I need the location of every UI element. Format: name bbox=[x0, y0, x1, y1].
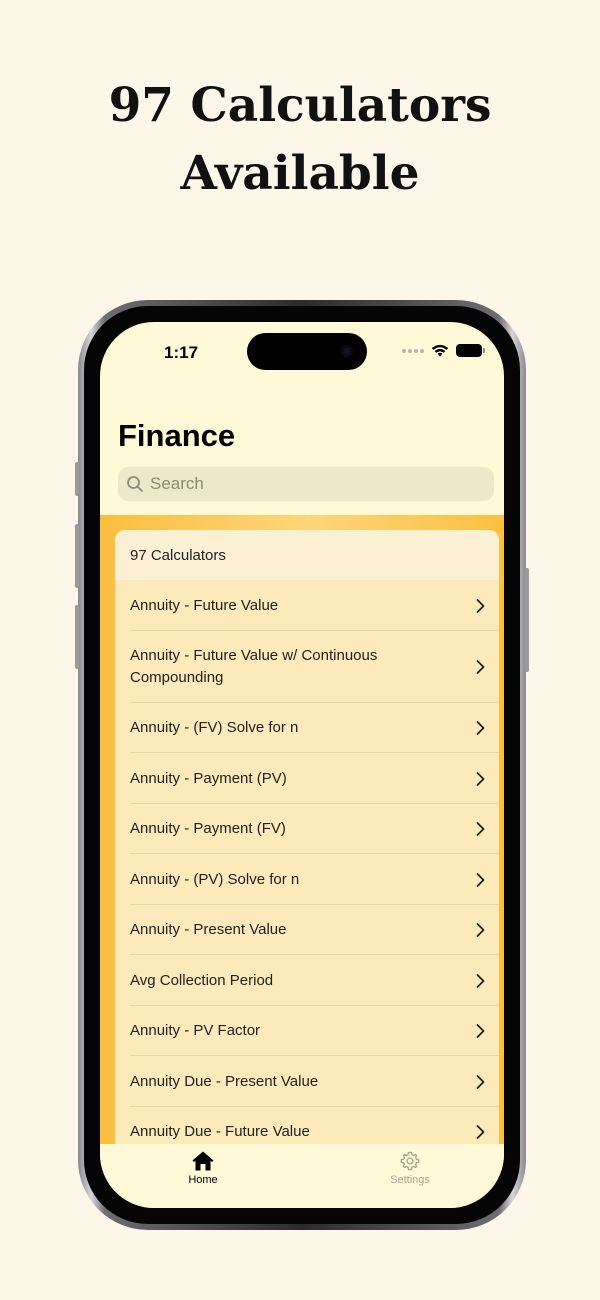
volume-up-button bbox=[75, 524, 79, 588]
action-button bbox=[75, 462, 79, 496]
list-header: 97 Calculators bbox=[115, 530, 499, 580]
list-item[interactable]: Annuity - Future Value w/ Continuous Com… bbox=[115, 631, 499, 703]
list-item[interactable]: Annuity Due - Future Value bbox=[115, 1107, 499, 1145]
list-item-label: Annuity - (FV) Solve for n bbox=[130, 719, 299, 736]
chevron-right-icon bbox=[476, 822, 485, 836]
tab-home-label: Home bbox=[188, 1174, 218, 1186]
chevron-right-icon bbox=[476, 721, 485, 735]
promo-headline: 97 Calculators Available bbox=[0, 72, 600, 208]
chevron-right-icon bbox=[476, 872, 485, 887]
calculator-list-area[interactable]: 97 Calculators Annuity - Future Value An… bbox=[100, 515, 504, 1145]
camera-icon bbox=[341, 345, 353, 357]
list-item[interactable]: Avg Collection Period bbox=[115, 955, 499, 1006]
list-item-label: Avg Collection Period bbox=[130, 971, 274, 989]
promo-headline-line2: Available bbox=[180, 146, 420, 201]
promo-headline-line1: 97 Calculators bbox=[108, 78, 492, 133]
chevron-right-icon bbox=[476, 598, 485, 613]
list-item-label: Annuity - Payment (FV) bbox=[130, 820, 286, 837]
gear-icon bbox=[400, 1151, 420, 1171]
list-item[interactable]: Annuity - (FV) Solve for n bbox=[115, 703, 499, 753]
calculator-list: 97 Calculators Annuity - Future Value An… bbox=[115, 530, 499, 1145]
list-item[interactable]: Annuity - Present Value bbox=[115, 905, 499, 955]
list-item[interactable]: Annuity - Future Value bbox=[115, 580, 499, 631]
house-icon bbox=[192, 1151, 214, 1171]
status-indicators bbox=[402, 344, 485, 357]
chevron-right-icon bbox=[476, 923, 485, 937]
chevron-right-icon bbox=[476, 1125, 485, 1139]
list-item[interactable]: Annuity - Payment (PV) bbox=[115, 753, 499, 804]
list-item-label: Annuity - Future Value bbox=[130, 596, 279, 614]
tab-home[interactable]: Home bbox=[163, 1150, 243, 1186]
page-title: Finance bbox=[118, 418, 236, 453]
phone-screen: 1:17 Finance Search 97 Calculators Annui… bbox=[100, 322, 504, 1208]
list-item[interactable]: Annuity - PV Factor bbox=[115, 1006, 499, 1056]
search-input[interactable]: Search bbox=[118, 467, 494, 501]
list-item-label: Annuity - Future Value w/ Continuous Com… bbox=[130, 647, 378, 686]
chevron-right-icon bbox=[476, 973, 485, 988]
tab-bar: Home Settings bbox=[100, 1144, 504, 1208]
cellular-signal-icon bbox=[402, 348, 424, 353]
chevron-right-icon bbox=[476, 771, 485, 786]
list-item-label: Annuity - Present Value bbox=[130, 921, 287, 938]
list-item-label: Annuity - PV Factor bbox=[130, 1022, 261, 1039]
wifi-icon bbox=[431, 344, 449, 357]
phone-frame: 1:17 Finance Search 97 Calculators Annui… bbox=[75, 300, 529, 1230]
chevron-right-icon bbox=[476, 660, 485, 674]
list-item-label: Annuity Due - Present Value bbox=[130, 1072, 319, 1090]
search-placeholder: Search bbox=[150, 474, 204, 493]
list-item-label: Annuity - Payment (PV) bbox=[130, 769, 287, 787]
list-item-label: Annuity - (PV) Solve for n bbox=[130, 870, 300, 888]
list-item[interactable]: Annuity - Payment (FV) bbox=[115, 804, 499, 854]
power-button bbox=[525, 568, 529, 672]
chevron-right-icon bbox=[476, 1074, 485, 1089]
tab-settings[interactable]: Settings bbox=[370, 1150, 450, 1186]
list-item[interactable]: Annuity - (PV) Solve for n bbox=[115, 854, 499, 905]
chevron-right-icon bbox=[476, 1024, 485, 1038]
phone-bezel: 1:17 Finance Search 97 Calculators Annui… bbox=[84, 306, 520, 1224]
list-item-label: Annuity Due - Future Value bbox=[130, 1123, 310, 1140]
search-icon bbox=[127, 476, 143, 492]
status-time: 1:17 bbox=[164, 343, 199, 362]
list-item[interactable]: Annuity Due - Present Value bbox=[115, 1056, 499, 1107]
battery-icon bbox=[456, 344, 485, 357]
tab-settings-label: Settings bbox=[390, 1174, 430, 1186]
dynamic-island bbox=[247, 333, 367, 370]
volume-down-button bbox=[75, 605, 79, 669]
